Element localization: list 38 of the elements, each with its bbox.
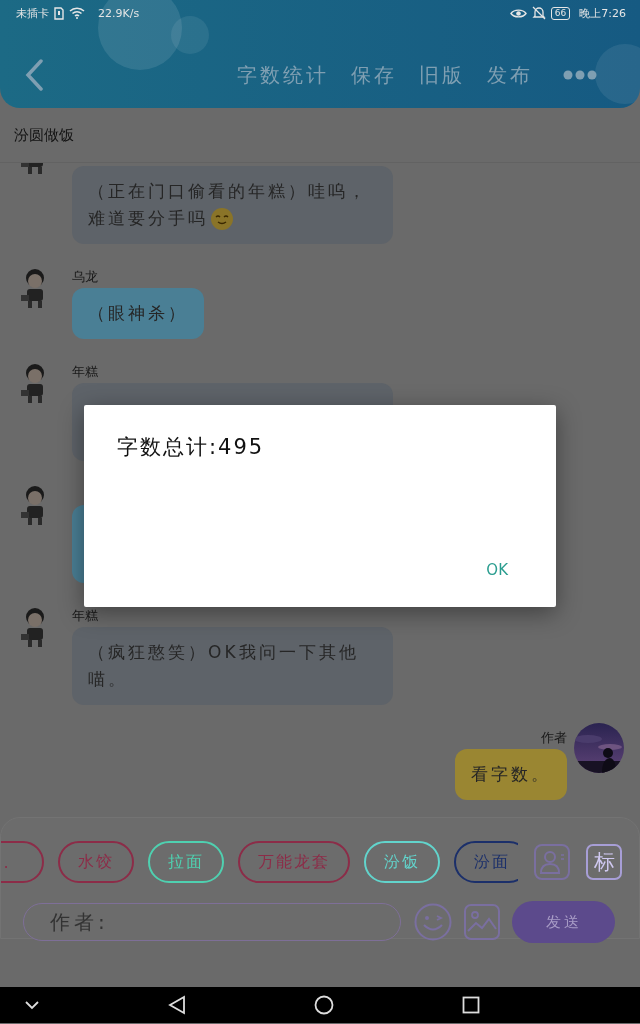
tag-button[interactable]: 标 bbox=[586, 844, 622, 880]
wifi-icon bbox=[69, 7, 85, 19]
message-text: 看字数。 bbox=[471, 763, 551, 786]
sim-card-icon bbox=[54, 6, 64, 20]
quick-reply-chip[interactable]: 拉面 bbox=[148, 841, 224, 883]
message-text: 喵。 bbox=[88, 668, 128, 691]
sender-name: 作者 bbox=[541, 729, 567, 747]
clock-text: 晚上7:26 bbox=[579, 5, 626, 21]
sender-name: 年糕 bbox=[72, 363, 99, 381]
message-text: （疯狂憨笑）OK我问一下其他 bbox=[88, 641, 359, 664]
chat-title: 汾圆做饭 bbox=[14, 125, 74, 145]
sender-name: 乌龙 bbox=[72, 268, 99, 286]
more-icon[interactable] bbox=[563, 70, 597, 80]
header-action-button[interactable]: 旧版 bbox=[419, 61, 465, 89]
quick-reply-chip[interactable]: 汾面 bbox=[454, 841, 518, 883]
recents-icon[interactable] bbox=[462, 996, 480, 1014]
carrier-text: 未插卡 bbox=[16, 5, 49, 21]
home-icon[interactable] bbox=[314, 995, 334, 1015]
sender-name: 年糕 bbox=[72, 607, 99, 625]
header-action-button[interactable]: 字数统计 bbox=[237, 61, 329, 89]
network-speed: 22.9K/s bbox=[98, 6, 140, 20]
message-input-field[interactable]: 作者: bbox=[23, 903, 401, 941]
header-action-button[interactable]: 发布 bbox=[487, 61, 533, 89]
ok-button[interactable]: OK bbox=[482, 559, 512, 581]
quick-reply-chip[interactable]: 水饺 bbox=[58, 841, 134, 883]
quick-reply-chip[interactable]: 万能龙套 bbox=[238, 841, 350, 883]
message-text: （正在门口偷看的年糕）哇呜， bbox=[88, 180, 368, 203]
message-text: （眼神杀） bbox=[88, 302, 188, 325]
battery-indicator: 66 bbox=[550, 6, 571, 20]
quick-reply-chip[interactable]: . bbox=[1, 841, 44, 883]
mute-bell-icon bbox=[531, 6, 546, 20]
chevron-down-icon[interactable] bbox=[24, 1000, 40, 1010]
header-action-button[interactable]: 保存 bbox=[351, 61, 397, 89]
send-button[interactable]: 发送 bbox=[512, 901, 615, 943]
message-text: 难道要分手吗 bbox=[88, 207, 208, 230]
dialog-message: 字数总计:495 bbox=[117, 434, 265, 461]
eye-icon bbox=[509, 7, 527, 19]
quick-reply-chip[interactable]: 汾饭 bbox=[364, 841, 440, 883]
